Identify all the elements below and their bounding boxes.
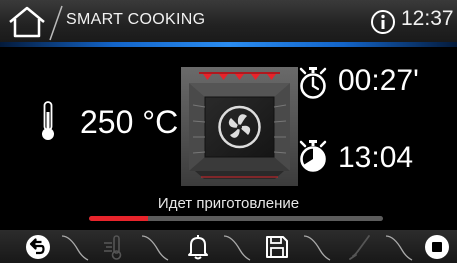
stopwatch-icon bbox=[299, 67, 327, 99]
thermometer-lines-icon[interactable] bbox=[100, 233, 128, 261]
progress-bar bbox=[89, 216, 383, 221]
toolbar-divider bbox=[61, 235, 89, 261]
clock: 12:37 bbox=[401, 7, 454, 30]
toolbar-divider bbox=[385, 235, 413, 261]
info-icon[interactable] bbox=[370, 9, 396, 35]
header-divider bbox=[49, 5, 63, 41]
toolbar-divider bbox=[303, 235, 331, 261]
bell-icon[interactable] bbox=[184, 233, 212, 261]
header-bar: SMART COOKING 12:37 bbox=[0, 0, 457, 42]
progress-fill bbox=[89, 216, 148, 221]
oven-fan-icon bbox=[181, 67, 298, 186]
accent-bar bbox=[0, 42, 457, 47]
thermometer-icon bbox=[42, 101, 54, 140]
meat-probe-icon[interactable] bbox=[347, 233, 375, 261]
temperature-value[interactable]: 250 °C bbox=[80, 104, 178, 141]
toolbar-divider bbox=[223, 235, 251, 261]
home-icon[interactable] bbox=[6, 4, 48, 40]
stop-icon[interactable] bbox=[423, 233, 451, 261]
end-time-value[interactable]: 13:04 bbox=[338, 141, 413, 175]
back-arrow-icon[interactable] bbox=[24, 233, 52, 261]
stopwatch-filled-icon bbox=[299, 140, 327, 172]
toolbar-divider bbox=[141, 235, 169, 261]
floppy-disk-icon[interactable] bbox=[263, 233, 291, 261]
page-title: SMART COOKING bbox=[66, 11, 206, 28]
cooking-status: Идет приготовление bbox=[157, 195, 300, 212]
cook-timer-value[interactable]: 00:27' bbox=[338, 64, 419, 98]
